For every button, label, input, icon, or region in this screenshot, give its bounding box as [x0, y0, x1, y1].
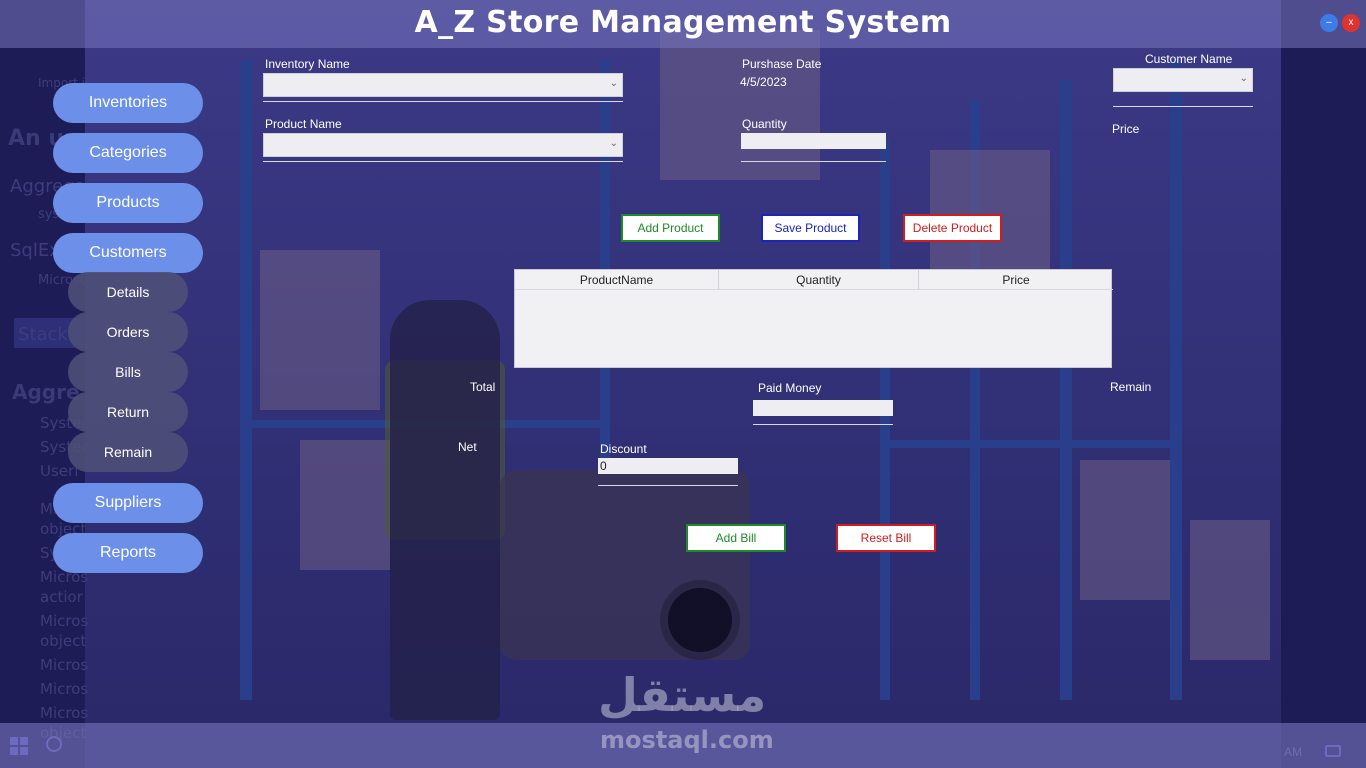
sidebar-item-products[interactable]: Products [53, 183, 203, 223]
title-bar: A_Z Store Management System – x [0, 0, 1366, 48]
delete-product-button[interactable]: Delete Product [903, 214, 1002, 242]
column-header-quantity[interactable]: Quantity [719, 270, 919, 290]
chevron-down-icon: ⌄ [1239, 73, 1248, 84]
ghost-text: object [40, 632, 87, 650]
clock[interactable]: AM [1284, 745, 1302, 759]
sidebar-item-reports[interactable]: Reports [53, 533, 203, 573]
price-label: Price [1112, 122, 1140, 136]
ghost-text: Aggre [12, 380, 80, 404]
divider [741, 161, 886, 162]
net-label: Net [458, 440, 477, 454]
inventory-name-select[interactable]: ⌄ [263, 73, 623, 97]
watermark-arabic: مستقل [598, 668, 767, 722]
divider [753, 424, 893, 425]
ghost-text: Micros [40, 704, 89, 722]
ghost-text: Micros [40, 656, 89, 674]
sidebar-item-customers[interactable]: Customers [53, 233, 203, 273]
sidebar-item-inventories[interactable]: Inventories [53, 83, 203, 123]
app-title: A_Z Store Management System [414, 5, 952, 40]
windows-start-icon[interactable] [10, 737, 28, 755]
search-icon[interactable] [46, 736, 62, 752]
remain-label: Remain [1110, 380, 1152, 394]
add-product-button[interactable]: Add Product [621, 214, 720, 242]
close-button[interactable]: x [1342, 14, 1360, 32]
column-header-price[interactable]: Price [919, 270, 1113, 290]
paid-money-label: Paid Money [758, 381, 822, 395]
save-product-button[interactable]: Save Product [761, 214, 860, 242]
ghost-text: actior [40, 588, 83, 606]
discount-label: Discount [600, 442, 647, 456]
sidebar-subitem-details[interactable]: Details [68, 272, 188, 312]
column-header-productname[interactable]: ProductName [515, 270, 719, 290]
notification-icon[interactable] [1325, 745, 1341, 757]
products-grid[interactable]: ProductName Quantity Price [514, 269, 1113, 368]
sidebar-subitem-bills[interactable]: Bills [68, 352, 188, 392]
chevron-down-icon: ⌄ [609, 78, 618, 89]
divider [1113, 106, 1253, 107]
minimize-button[interactable]: – [1320, 14, 1338, 32]
chevron-down-icon: ⌄ [609, 138, 618, 149]
inventory-name-label: Inventory Name [265, 57, 350, 71]
quantity-label: Quantity [742, 117, 787, 131]
customer-name-label: Customer Name [1145, 52, 1233, 66]
add-bill-button[interactable]: Add Bill [686, 524, 786, 552]
ghost-text: Stack [18, 324, 68, 345]
purchase-date-value[interactable]: 4/5/2023 [740, 75, 787, 89]
sidebar-item-categories[interactable]: Categories [53, 133, 203, 173]
ghost-text: Micros [40, 680, 89, 698]
customer-name-select[interactable]: ⌄ [1113, 68, 1253, 92]
ide-right-panel [1281, 0, 1366, 768]
divider [263, 161, 623, 162]
sidebar-subitem-remain[interactable]: Remain [68, 432, 188, 472]
watermark-latin: mostaql.com [600, 726, 774, 754]
divider [598, 485, 738, 486]
worker-silhouette [390, 300, 500, 720]
purchase-date-label: Purshase Date [742, 57, 822, 71]
total-label: Total [470, 380, 496, 394]
sidebar-subitem-orders[interactable]: Orders [68, 312, 188, 352]
sidebar-item-suppliers[interactable]: Suppliers [53, 483, 203, 523]
sidebar-subitem-return[interactable]: Return [68, 392, 188, 432]
product-name-select[interactable]: ⌄ [263, 133, 623, 157]
background-image: Import it An un Aggrega system. SqlExcep… [0, 0, 1366, 768]
product-name-label: Product Name [265, 117, 342, 131]
divider [263, 101, 623, 102]
discount-input[interactable] [598, 458, 738, 474]
ghost-text: Micros [40, 612, 89, 630]
forklift-wheel [660, 580, 740, 660]
quantity-input[interactable] [741, 133, 886, 149]
reset-bill-button[interactable]: Reset Bill [836, 524, 936, 552]
paid-money-input[interactable] [753, 400, 893, 416]
